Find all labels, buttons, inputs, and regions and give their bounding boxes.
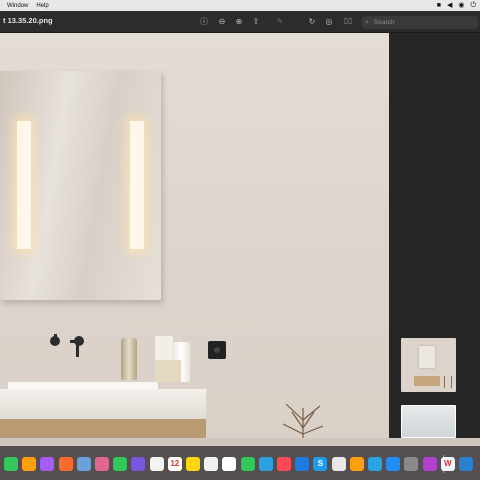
bathroom-thumbnail[interactable] — [401, 338, 456, 392]
dock-separator — [443, 455, 444, 473]
menu-help[interactable]: Help — [36, 3, 48, 9]
annotate-icon[interactable]: ◎ — [323, 16, 335, 28]
notes-icon[interactable] — [186, 457, 200, 471]
status-icons: ■ ◀ ◉ ⏻ — [437, 1, 476, 10]
photos-app-icon[interactable] — [204, 457, 219, 471]
document-title: t 13.35.20.png — [3, 16, 53, 25]
marble-counter — [0, 389, 206, 419]
zoom-in-icon[interactable]: ⊕ — [233, 16, 245, 28]
messenger-icon[interactable] — [40, 457, 55, 471]
markup-pen-icon[interactable]: ✎ — [274, 16, 286, 28]
menu-bar: Window Help ■ ◀ ◉ ⏻ — [0, 0, 480, 11]
info-icon[interactable]: ⓘ — [198, 16, 210, 28]
photos-icon[interactable] — [149, 457, 164, 471]
menu-window[interactable]: Window — [7, 3, 28, 9]
settings-icon[interactable] — [404, 457, 419, 471]
launchpad-icon[interactable] — [95, 457, 109, 471]
image-canvas[interactable] — [0, 33, 389, 438]
messages-icon[interactable] — [4, 457, 18, 471]
reminders-icon[interactable] — [222, 457, 237, 471]
search-placeholder: Search — [374, 19, 395, 26]
power-icon[interactable]: ⏻ — [470, 1, 476, 10]
jar — [155, 336, 173, 362]
orange-app-icon[interactable] — [58, 457, 73, 471]
gradient-app-icon[interactable] — [422, 457, 437, 471]
mirror — [0, 71, 161, 300]
app-store-icon[interactable] — [386, 457, 401, 471]
mirror-light-right — [130, 121, 144, 249]
tissue-box — [155, 360, 181, 382]
star-app-icon[interactable] — [131, 457, 146, 471]
keynote-icon[interactable] — [295, 457, 310, 471]
pages-icon[interactable] — [22, 457, 37, 471]
calendar-icon[interactable]: 12 — [167, 457, 182, 471]
soap-bottle — [121, 338, 137, 380]
thumbnail-sidebar — [389, 33, 480, 438]
dried-plant — [282, 403, 324, 438]
desktop-strip — [0, 438, 480, 446]
skype-icon[interactable]: S — [313, 457, 328, 471]
stop-icon[interactable]: ■ — [437, 1, 441, 10]
crop-icon[interactable]: ⌧ — [342, 16, 354, 28]
facetime-icon[interactable] — [113, 457, 128, 471]
books-icon[interactable] — [349, 457, 364, 471]
search-input[interactable]: ⌕ Search — [362, 16, 478, 29]
wood-drawer — [0, 419, 206, 438]
volume-icon[interactable]: ◀ — [447, 1, 452, 10]
share-icon[interactable]: ⇪ — [250, 16, 262, 28]
preview-icon[interactable] — [76, 457, 91, 471]
telegram-icon[interactable] — [368, 457, 382, 471]
numbers-icon[interactable] — [240, 457, 255, 471]
music-icon[interactable] — [277, 457, 291, 471]
faucet — [50, 334, 84, 357]
rotate-icon[interactable]: ↻ — [306, 16, 318, 28]
video-icon[interactable] — [258, 457, 273, 471]
finder-icon[interactable] — [459, 457, 473, 471]
wall-switch — [208, 341, 226, 359]
play-circle-icon[interactable]: ◉ — [458, 1, 464, 10]
preview-toolbar: t 13.35.20.png ⓘ ⊖ ⊕ ⇪ ✎ ↻ ◎ ⌧ ⌕ Search — [0, 11, 480, 33]
partial-thumbnail[interactable] — [401, 405, 456, 438]
zoom-out-icon[interactable]: ⊖ — [216, 16, 228, 28]
search-icon: ⌕ — [365, 19, 369, 26]
mirror-light-left — [17, 121, 31, 249]
app-grid-icon[interactable] — [331, 457, 346, 471]
